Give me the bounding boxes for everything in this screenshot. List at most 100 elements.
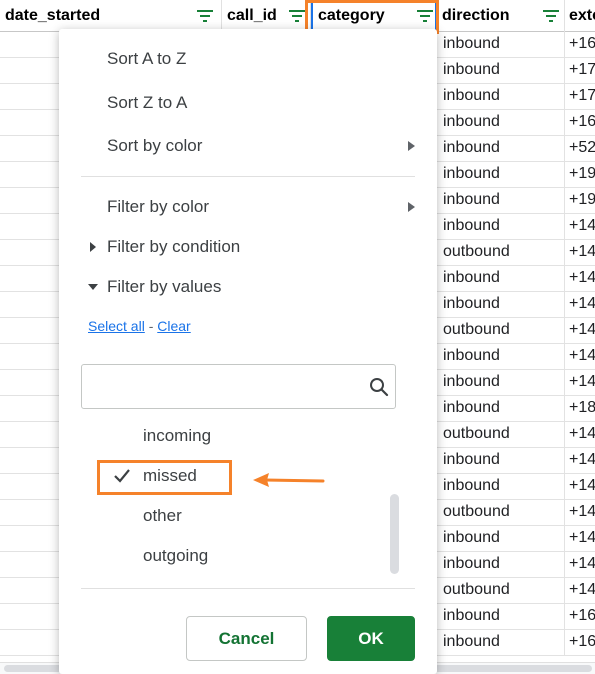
menu-divider — [81, 588, 415, 589]
cell-text: inbound — [443, 165, 500, 182]
table-cell[interactable]: +16 — [565, 32, 595, 58]
table-cell[interactable]: +16 — [565, 110, 595, 136]
cell-text: inbound — [443, 633, 500, 650]
table-cell[interactable]: inbound — [437, 630, 565, 656]
table-cell[interactable]: inbound — [437, 188, 565, 214]
filter-icon[interactable] — [289, 9, 305, 23]
header-extension[interactable]: exte — [565, 0, 595, 32]
menu-filter-by-values[interactable]: Filter by values — [107, 277, 221, 297]
header-call-id[interactable]: call_id — [222, 0, 311, 32]
cancel-button[interactable]: Cancel — [186, 616, 307, 661]
ok-button[interactable]: OK — [327, 616, 415, 661]
table-cell[interactable]: inbound — [437, 474, 565, 500]
table-cell[interactable]: outbound — [437, 578, 565, 604]
table-cell[interactable]: +16 — [565, 604, 595, 630]
table-cell[interactable]: outbound — [437, 318, 565, 344]
table-cell[interactable]: +14 — [565, 266, 595, 292]
table-cell[interactable]: +14 — [565, 240, 595, 266]
table-cell[interactable]: +14 — [565, 214, 595, 240]
table-cell[interactable]: +18 — [565, 396, 595, 422]
table-cell[interactable]: +14 — [565, 422, 595, 448]
table-cell[interactable]: inbound — [437, 214, 565, 240]
table-cell[interactable]: inbound — [437, 448, 565, 474]
table-cell[interactable]: +14 — [565, 344, 595, 370]
cell-text: +16 — [569, 113, 595, 130]
table-cell[interactable]: outbound — [437, 500, 565, 526]
filter-icon[interactable] — [197, 9, 213, 23]
header-direction[interactable]: direction — [437, 0, 565, 32]
table-cell[interactable]: +17 — [565, 58, 595, 84]
table-cell[interactable]: +14 — [565, 370, 595, 396]
table-cell[interactable]: +19 — [565, 162, 595, 188]
table-cell[interactable]: inbound — [437, 344, 565, 370]
table-cell[interactable]: inbound — [437, 110, 565, 136]
value-item-incoming[interactable]: incoming — [99, 421, 369, 453]
table-cell[interactable]: inbound — [437, 58, 565, 84]
table-cell[interactable]: outbound — [437, 422, 565, 448]
value-label: outgoing — [143, 546, 209, 565]
menu-sort-a-z[interactable]: Sort A to Z — [107, 49, 186, 69]
expand-arrow-icon[interactable] — [88, 284, 98, 290]
table-cell[interactable]: +14 — [565, 552, 595, 578]
table-cell[interactable]: inbound — [437, 370, 565, 396]
values-scrollbar[interactable] — [390, 494, 399, 574]
clear-link[interactable]: Clear — [157, 318, 190, 334]
cell-text: +14 — [569, 425, 595, 442]
table-cell[interactable]: inbound — [437, 136, 565, 162]
table-cell[interactable]: +14 — [565, 318, 595, 344]
cell-text: +14 — [569, 529, 595, 546]
table-cell[interactable]: inbound — [437, 266, 565, 292]
cell-text: inbound — [443, 269, 500, 286]
cell-text: inbound — [443, 87, 500, 104]
search-icon[interactable] — [369, 377, 389, 397]
cell-text: +18 — [569, 399, 595, 416]
table-cell[interactable]: outbound — [437, 240, 565, 266]
value-item-outgoing[interactable]: outgoing — [99, 541, 369, 573]
cell-text: inbound — [443, 139, 500, 156]
filter-icon[interactable] — [543, 9, 559, 23]
menu-sort-by-color[interactable]: Sort by color — [107, 136, 202, 156]
table-cell[interactable]: +14 — [565, 292, 595, 318]
menu-divider — [81, 176, 415, 177]
cell-text: +14 — [569, 451, 595, 468]
select-links: Select all - Clear — [88, 318, 191, 336]
cell-text: +14 — [569, 503, 595, 520]
header-date-started[interactable]: date_started — [0, 0, 222, 32]
table-cell[interactable]: inbound — [437, 162, 565, 188]
cell-text: +16 — [569, 607, 595, 624]
table-cell[interactable]: inbound — [437, 396, 565, 422]
collapse-arrow-icon[interactable] — [90, 242, 96, 252]
header-label: direction — [442, 7, 510, 24]
table-cell[interactable]: inbound — [437, 604, 565, 630]
table-cell[interactable]: +14 — [565, 500, 595, 526]
value-item-other[interactable]: other — [99, 501, 369, 533]
menu-sort-z-a[interactable]: Sort Z to A — [107, 93, 187, 113]
table-cell[interactable]: inbound — [437, 292, 565, 318]
cell-text: +14 — [569, 555, 595, 572]
table-cell[interactable]: +14 — [565, 526, 595, 552]
cell-text: +14 — [569, 269, 595, 286]
cell-text: +16 — [569, 633, 595, 650]
table-cell[interactable]: +19 — [565, 188, 595, 214]
table-cell[interactable]: inbound — [437, 32, 565, 58]
cell-text: inbound — [443, 529, 500, 546]
value-label: other — [143, 506, 182, 525]
table-cell[interactable]: inbound — [437, 84, 565, 110]
table-cell[interactable]: inbound — [437, 552, 565, 578]
table-cell[interactable]: +14 — [565, 448, 595, 474]
header-label: call_id — [227, 7, 277, 24]
cell-text: +19 — [569, 165, 595, 182]
values-search-input[interactable] — [81, 364, 396, 409]
table-cell[interactable]: +16 — [565, 630, 595, 656]
select-all-link[interactable]: Select all — [88, 318, 145, 334]
table-cell[interactable]: +14 — [565, 474, 595, 500]
table-cell[interactable]: inbound — [437, 526, 565, 552]
menu-filter-by-condition[interactable]: Filter by condition — [107, 237, 240, 257]
cell-text: +14 — [569, 321, 595, 338]
menu-filter-by-color[interactable]: Filter by color — [107, 197, 209, 217]
table-cell[interactable]: +52 — [565, 136, 595, 162]
table-cell[interactable]: +17 — [565, 84, 595, 110]
table-cell[interactable]: +14 — [565, 578, 595, 604]
cell-text: inbound — [443, 373, 500, 390]
cell-text: inbound — [443, 347, 500, 364]
